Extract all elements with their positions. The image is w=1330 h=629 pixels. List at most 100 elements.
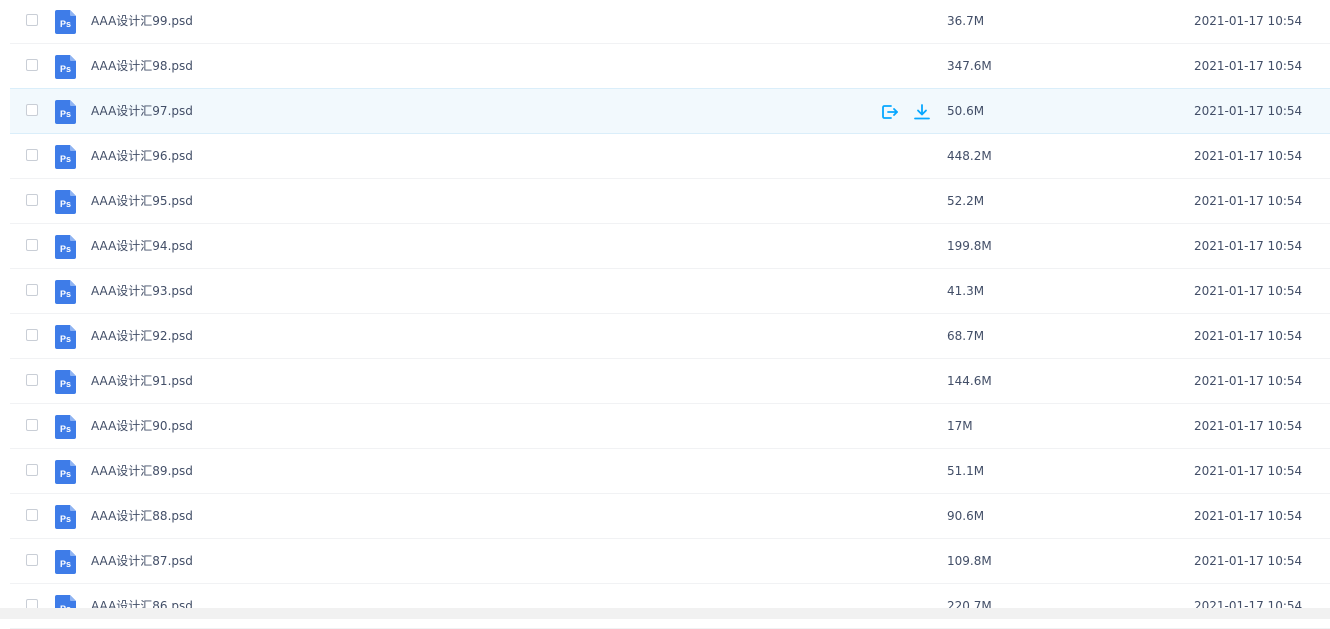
- file-type-label: Ps: [60, 289, 71, 299]
- file-name-link[interactable]: AAA设计汇96.psd: [91, 134, 193, 178]
- table-row[interactable]: Ps AAA设计汇87.psd 109.8M 2021-01-17 10:54: [10, 539, 1330, 584]
- ps-file-icon: Ps: [55, 190, 76, 214]
- ps-file-icon: Ps: [55, 280, 76, 304]
- file-type-label: Ps: [60, 199, 71, 209]
- file-name-link[interactable]: AAA设计汇98.psd: [91, 44, 193, 88]
- table-row[interactable]: Ps AAA设计汇86.psd 220.7M 2021-01-17 10:54: [10, 584, 1330, 629]
- file-type-label: Ps: [60, 154, 71, 164]
- file-size: 52.2M: [947, 194, 985, 208]
- ps-file-icon: Ps: [55, 235, 76, 259]
- row-checkbox[interactable]: [26, 149, 38, 161]
- file-name-link[interactable]: AAA设计汇88.psd: [91, 494, 193, 538]
- file-size: 17M: [947, 419, 973, 433]
- download-icon[interactable]: [912, 102, 932, 122]
- file-name-link[interactable]: AAA设计汇90.psd: [91, 404, 193, 448]
- row-checkbox[interactable]: [26, 284, 38, 296]
- table-row[interactable]: Ps AAA设计汇99.psd 36.7M 2021-01-17 10:54: [10, 0, 1330, 44]
- file-type-label: Ps: [60, 514, 71, 524]
- file-name-link[interactable]: AAA设计汇92.psd: [91, 314, 193, 358]
- table-row[interactable]: Ps AAA设计汇98.psd 347.6M 2021-01-17 10:54: [10, 44, 1330, 89]
- ps-file-icon: Ps: [55, 370, 76, 394]
- row-checkbox[interactable]: [26, 374, 38, 386]
- file-name-link[interactable]: AAA设计汇95.psd: [91, 179, 193, 223]
- table-row[interactable]: Ps AAA设计汇94.psd 199.8M 2021-01-17 10:54: [10, 224, 1330, 269]
- ps-file-icon: Ps: [55, 415, 76, 439]
- file-date: 2021-01-17 10:54: [1194, 59, 1303, 73]
- file-size: 41.3M: [947, 284, 985, 298]
- share-icon[interactable]: [880, 102, 900, 122]
- file-date: 2021-01-17 10:54: [1194, 239, 1303, 253]
- ps-file-icon: Ps: [55, 505, 76, 529]
- file-date: 2021-01-17 10:54: [1194, 104, 1303, 118]
- file-size: 347.6M: [947, 59, 992, 73]
- row-checkbox[interactable]: [26, 419, 38, 431]
- table-row[interactable]: Ps AAA设计汇89.psd 51.1M 2021-01-17 10:54: [10, 449, 1330, 494]
- file-type-label: Ps: [60, 19, 71, 29]
- file-size: 144.6M: [947, 374, 992, 388]
- file-date: 2021-01-17 10:54: [1194, 419, 1303, 433]
- table-row[interactable]: Ps AAA设计汇96.psd 448.2M 2021-01-17 10:54: [10, 134, 1330, 179]
- file-size: 51.1M: [947, 464, 985, 478]
- file-size: 448.2M: [947, 149, 992, 163]
- table-row[interactable]: Ps AAA设计汇95.psd 52.2M 2021-01-17 10:54: [10, 179, 1330, 224]
- ps-file-icon: Ps: [55, 145, 76, 169]
- file-type-label: Ps: [60, 469, 71, 479]
- table-row[interactable]: Ps AAA设计汇97.psd 50.6M 2021-01-17 10:54: [10, 88, 1330, 134]
- row-actions: [880, 102, 932, 122]
- file-date: 2021-01-17 10:54: [1194, 329, 1303, 343]
- ps-file-icon: Ps: [55, 55, 76, 79]
- file-type-label: Ps: [60, 559, 71, 569]
- file-type-label: Ps: [60, 424, 71, 434]
- file-name-link[interactable]: AAA设计汇94.psd: [91, 224, 193, 268]
- ps-file-icon: Ps: [55, 325, 76, 349]
- file-size: 50.6M: [947, 104, 985, 118]
- file-date: 2021-01-17 10:54: [1194, 554, 1303, 568]
- file-type-label: Ps: [60, 334, 71, 344]
- file-date: 2021-01-17 10:54: [1194, 464, 1303, 478]
- file-date: 2021-01-17 10:54: [1194, 14, 1303, 28]
- table-row[interactable]: Ps AAA设计汇91.psd 144.6M 2021-01-17 10:54: [10, 359, 1330, 404]
- file-name-link[interactable]: AAA设计汇93.psd: [91, 269, 193, 313]
- table-row[interactable]: Ps AAA设计汇88.psd 90.6M 2021-01-17 10:54: [10, 494, 1330, 539]
- row-checkbox[interactable]: [26, 59, 38, 71]
- file-type-label: Ps: [60, 64, 71, 74]
- file-name-link[interactable]: AAA设计汇87.psd: [91, 539, 193, 583]
- file-type-label: Ps: [60, 109, 71, 119]
- row-checkbox[interactable]: [26, 239, 38, 251]
- file-date: 2021-01-17 10:54: [1194, 599, 1303, 613]
- row-checkbox[interactable]: [26, 14, 38, 26]
- row-checkbox[interactable]: [26, 554, 38, 566]
- file-list: Ps AAA设计汇99.psd 36.7M 2021-01-17 10:54 P…: [0, 0, 1330, 629]
- table-row[interactable]: Ps AAA设计汇90.psd 17M 2021-01-17 10:54: [10, 404, 1330, 449]
- file-date: 2021-01-17 10:54: [1194, 284, 1303, 298]
- table-row[interactable]: Ps AAA设计汇93.psd 41.3M 2021-01-17 10:54: [10, 269, 1330, 314]
- file-type-label: Ps: [60, 379, 71, 389]
- file-size: 68.7M: [947, 329, 985, 343]
- file-size: 199.8M: [947, 239, 992, 253]
- file-date: 2021-01-17 10:54: [1194, 509, 1303, 523]
- file-name-link[interactable]: AAA设计汇91.psd: [91, 359, 193, 403]
- row-checkbox[interactable]: [26, 194, 38, 206]
- file-size: 90.6M: [947, 509, 985, 523]
- row-checkbox[interactable]: [26, 329, 38, 341]
- file-name-link[interactable]: AAA设计汇89.psd: [91, 449, 193, 493]
- file-date: 2021-01-17 10:54: [1194, 149, 1303, 163]
- file-name-link[interactable]: AAA设计汇97.psd: [91, 89, 193, 133]
- ps-file-icon: Ps: [55, 550, 76, 574]
- file-name-link[interactable]: AAA设计汇86.psd: [91, 584, 193, 628]
- row-checkbox[interactable]: [26, 464, 38, 476]
- ps-file-icon: Ps: [55, 460, 76, 484]
- file-date: 2021-01-17 10:54: [1194, 374, 1303, 388]
- file-size: 109.8M: [947, 554, 992, 568]
- ps-file-icon: Ps: [55, 100, 76, 124]
- file-name-link[interactable]: AAA设计汇99.psd: [91, 0, 193, 43]
- row-checkbox[interactable]: [26, 509, 38, 521]
- ps-file-icon: Ps: [55, 10, 76, 34]
- horizontal-scrollbar[interactable]: [0, 608, 1330, 619]
- file-date: 2021-01-17 10:54: [1194, 194, 1303, 208]
- file-type-label: Ps: [60, 244, 71, 254]
- row-checkbox[interactable]: [26, 104, 38, 116]
- table-row[interactable]: Ps AAA设计汇92.psd 68.7M 2021-01-17 10:54: [10, 314, 1330, 359]
- file-size: 36.7M: [947, 14, 985, 28]
- file-size: 220.7M: [947, 599, 992, 613]
